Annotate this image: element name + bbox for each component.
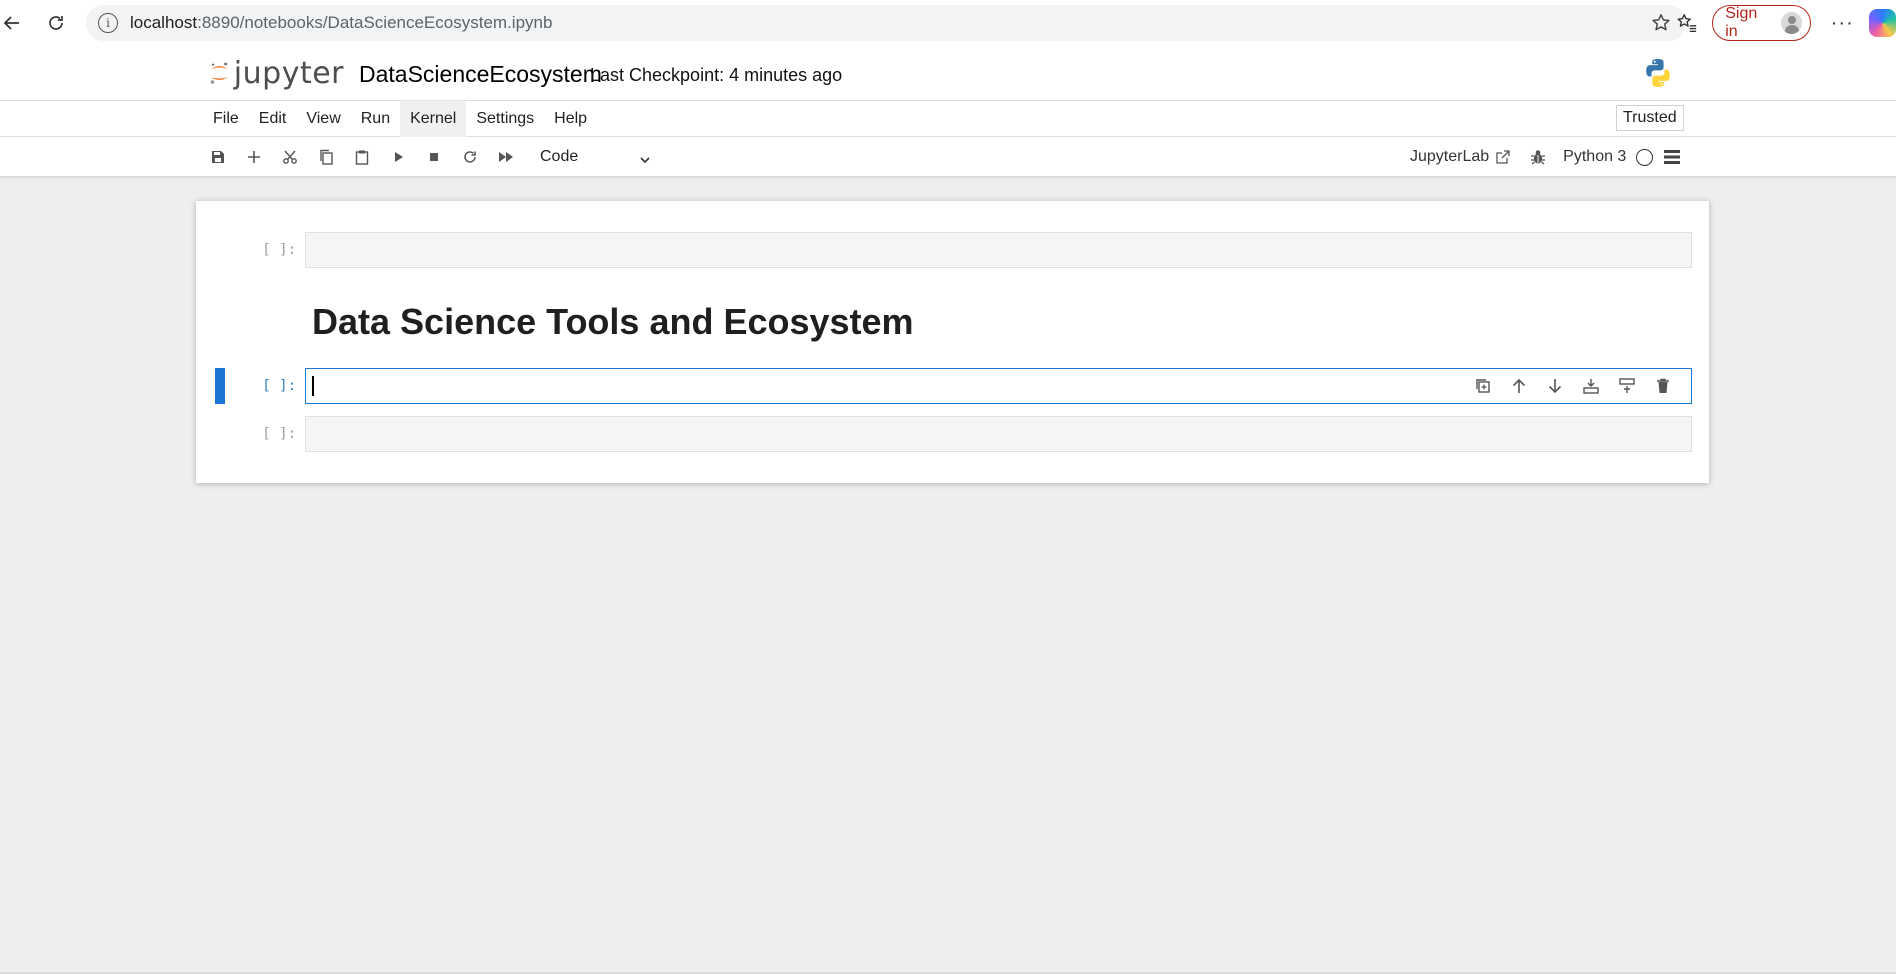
insert-below-button[interactable] bbox=[1609, 374, 1645, 398]
favorites-button[interactable] bbox=[1670, 5, 1704, 41]
sign-in-button[interactable]: Sign in bbox=[1712, 5, 1812, 41]
code-cell[interactable]: [ ]: bbox=[196, 416, 1709, 452]
save-icon bbox=[212, 151, 224, 163]
open-jupyterlab-button[interactable]: JupyterLab bbox=[1410, 148, 1511, 166]
cut-button[interactable] bbox=[272, 139, 308, 175]
menu-settings[interactable]: Settings bbox=[466, 101, 544, 137]
arrow-down-icon bbox=[1548, 379, 1562, 394]
favorites-list-icon bbox=[1677, 14, 1697, 32]
input-prompt: [ ]: bbox=[262, 378, 296, 394]
copy-icon bbox=[320, 149, 333, 165]
restart-run-all-button[interactable] bbox=[488, 139, 524, 175]
restart-icon bbox=[464, 151, 476, 163]
debugger-bug-icon[interactable] bbox=[1529, 148, 1547, 166]
run-button[interactable] bbox=[380, 139, 416, 175]
favorite-star-icon[interactable] bbox=[1650, 12, 1672, 34]
reload-icon bbox=[49, 16, 63, 30]
notebook-title[interactable]: DataScienceEcosystem bbox=[359, 61, 602, 88]
fast-forward-icon bbox=[499, 152, 513, 162]
chevron-down-icon bbox=[640, 157, 650, 164]
markdown-cell[interactable]: Data Science Tools and Ecosystem bbox=[196, 201, 1709, 351]
cell-toolbar bbox=[1465, 374, 1681, 398]
jupyter-logo-text: jupyter bbox=[233, 55, 344, 91]
delete-cell-button[interactable] bbox=[1645, 374, 1681, 398]
hamburger-menu-icon[interactable] bbox=[1663, 148, 1681, 166]
insert-below-icon bbox=[1619, 378, 1635, 393]
last-checkpoint: Last Checkpoint: 4 minutes ago bbox=[590, 65, 843, 85]
restart-button[interactable] bbox=[452, 139, 488, 175]
menu-help[interactable]: Help bbox=[544, 101, 597, 137]
cell-type-select[interactable]: Code bbox=[540, 142, 652, 172]
avatar-icon bbox=[1781, 12, 1803, 34]
active-cell-indicator bbox=[215, 368, 225, 404]
stop-icon bbox=[430, 153, 438, 161]
jupyterlab-label: JupyterLab bbox=[1410, 148, 1490, 165]
plus-icon bbox=[248, 151, 260, 163]
copy-button[interactable] bbox=[308, 139, 344, 175]
menu-view[interactable]: View bbox=[296, 101, 350, 137]
external-link-icon bbox=[1496, 150, 1510, 164]
menu-run[interactable]: Run bbox=[351, 101, 400, 137]
site-info-icon[interactable]: i bbox=[98, 13, 118, 33]
copilot-icon[interactable] bbox=[1869, 9, 1896, 37]
code-editor[interactable] bbox=[305, 416, 1692, 452]
url-path: :8890/notebooks/DataScienceEcosystem.ipy… bbox=[197, 13, 553, 32]
jupyter-logo-icon bbox=[210, 62, 228, 84]
menu-bar: File Edit View Run Kernel Settings Help … bbox=[0, 101, 1896, 137]
trash-icon bbox=[1657, 378, 1669, 393]
menu-items: File Edit View Run Kernel Settings Help bbox=[203, 101, 597, 137]
kernel-status-icon bbox=[1636, 148, 1654, 166]
move-down-button[interactable] bbox=[1537, 374, 1573, 398]
python-logo-icon bbox=[1646, 59, 1670, 87]
url-host: localhost bbox=[130, 13, 198, 32]
browser-actions: Sign in ··· bbox=[1670, 5, 1896, 41]
interrupt-button[interactable] bbox=[416, 139, 452, 175]
reload-button[interactable] bbox=[38, 5, 74, 41]
insert-cell-button[interactable] bbox=[236, 139, 272, 175]
save-button[interactable] bbox=[200, 139, 236, 175]
menu-file[interactable]: File bbox=[203, 101, 249, 137]
jupyter-logo[interactable]: jupyter bbox=[209, 53, 344, 93]
notebook-panel: [ ]: Data Science Tools and Ecosystem [ … bbox=[196, 201, 1709, 483]
insert-above-button[interactable] bbox=[1573, 374, 1609, 398]
more-options-button[interactable]: ··· bbox=[1825, 5, 1859, 41]
code-cell-active[interactable]: [ ]: bbox=[196, 368, 1709, 404]
scissors-icon bbox=[283, 150, 297, 164]
address-bar[interactable]: i localhost:8890/notebooks/DataScienceEc… bbox=[86, 5, 1686, 41]
input-prompt: [ ]: bbox=[262, 426, 296, 442]
browser-toolbar: i localhost:8890/notebooks/DataScienceEc… bbox=[0, 0, 1896, 47]
notebook-toolbar: Code JupyterLab Python 3 bbox=[0, 137, 1896, 177]
sign-in-label: Sign in bbox=[1725, 5, 1758, 40]
toolbar-right: JupyterLab Python 3 bbox=[1410, 137, 1681, 177]
trusted-indicator[interactable]: Trusted bbox=[1616, 105, 1684, 131]
duplicate-icon bbox=[1476, 379, 1490, 393]
cell-type-value: Code bbox=[540, 148, 579, 165]
menu-edit[interactable]: Edit bbox=[249, 101, 297, 137]
duplicate-cell-button[interactable] bbox=[1465, 374, 1501, 398]
back-button[interactable] bbox=[0, 5, 30, 41]
clipboard-icon bbox=[355, 150, 369, 165]
notebook-header: jupyter DataScienceEcosystem Last Checkp… bbox=[0, 47, 1896, 101]
kernel-name[interactable]: Python 3 bbox=[1563, 148, 1626, 166]
arrow-up-icon bbox=[1512, 378, 1526, 393]
paste-button[interactable] bbox=[344, 139, 380, 175]
back-arrow-icon bbox=[3, 16, 19, 30]
markdown-heading: Data Science Tools and Ecosystem bbox=[312, 301, 914, 342]
toolbar-actions: Code bbox=[200, 137, 652, 177]
insert-above-icon bbox=[1583, 379, 1599, 394]
code-editor[interactable] bbox=[305, 368, 1692, 404]
play-icon bbox=[395, 152, 403, 162]
menu-kernel[interactable]: Kernel bbox=[400, 101, 467, 137]
text-cursor bbox=[312, 376, 314, 396]
move-up-button[interactable] bbox=[1501, 374, 1537, 398]
